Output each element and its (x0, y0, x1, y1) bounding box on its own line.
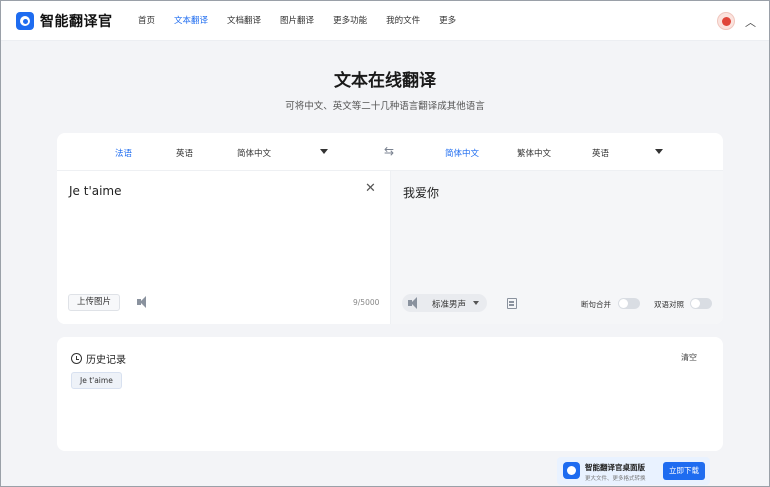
target-speaker-icon[interactable] (408, 297, 422, 309)
history-title: 历史记录 (86, 355, 126, 366)
history-item[interactable]: Je t'aime (71, 372, 122, 389)
nav-image-translate[interactable]: 图片翻译 (280, 14, 314, 26)
nav-doc-translate[interactable]: 文档翻译 (227, 14, 261, 26)
target-lang-simplified-chinese[interactable]: 简体中文 (445, 147, 479, 159)
char-counter: 9/5000 (353, 298, 380, 307)
source-speaker-icon[interactable] (137, 296, 151, 308)
swap-languages-icon[interactable]: ⇆ (384, 144, 394, 158)
desktop-app-icon (563, 462, 580, 479)
close-icon[interactable]: ✕ (365, 181, 376, 196)
upload-image-button[interactable]: 上传图片 (68, 294, 121, 311)
language-bar: 法语 英语 简体中文 ⇆ 简体中文 繁体中文 英语 (57, 133, 723, 171)
user-avatar[interactable] (717, 12, 735, 30)
translation-text: 我爱你 (403, 186, 440, 200)
translation-output-area: 我爱你 标准男声 断句合并 双语对照 (390, 171, 723, 324)
voice-select[interactable]: 标准男声 (402, 294, 487, 312)
source-text[interactable]: Je t'aime (69, 184, 122, 198)
voice-label: 标准男声 (432, 300, 467, 310)
page-title: 文本在线翻译 (334, 71, 436, 91)
target-lang-traditional-chinese[interactable]: 繁体中文 (517, 147, 551, 159)
app-logo[interactable]: 智能翻译官 (16, 11, 113, 31)
copy-document-icon[interactable] (507, 298, 517, 309)
top-nav-bar: 智能翻译官 首页 文本翻译 文档翻译 图片翻译 更多功能 我的文件 更多 ︿ (1, 1, 769, 41)
desktop-app-promo: 智能翻译官桌面版 更大文件、更多格式转换 立即下载 (557, 457, 710, 485)
app-logo-icon (16, 12, 34, 30)
merge-sentences-label: 断句合并 (581, 300, 611, 309)
nav-my-files[interactable]: 我的文件 (386, 14, 420, 26)
bilingual-toggle[interactable] (690, 298, 712, 309)
bilingual-label: 双语对照 (654, 300, 684, 309)
target-lang-english[interactable]: 英语 (592, 147, 609, 159)
source-lang-dropdown-icon[interactable] (320, 149, 328, 154)
clear-history-button[interactable]: 清空 (681, 352, 697, 363)
chevron-up-icon[interactable]: ︿ (745, 14, 756, 30)
history-icon (71, 353, 82, 364)
nav-home[interactable]: 首页 (138, 14, 155, 26)
nav-more-features[interactable]: 更多功能 (333, 14, 367, 26)
promo-title: 智能翻译官桌面版 (585, 463, 645, 472)
translator-panel: 法语 英语 简体中文 ⇆ 简体中文 繁体中文 英语 Je t'aime ✕ 上传… (57, 133, 723, 324)
nav-more[interactable]: 更多 (439, 14, 456, 26)
target-lang-dropdown-icon[interactable] (655, 149, 663, 154)
source-lang-simplified-chinese[interactable]: 简体中文 (237, 147, 271, 159)
source-lang-french[interactable]: 法语 (115, 147, 132, 159)
main-nav: 首页 文本翻译 文档翻译 图片翻译 更多功能 我的文件 更多 (138, 14, 475, 26)
source-lang-english[interactable]: 英语 (176, 147, 193, 159)
source-input-area[interactable]: Je t'aime ✕ 上传图片 9/5000 (57, 171, 390, 324)
merge-sentences-toggle[interactable] (618, 298, 640, 309)
chevron-down-icon (473, 301, 479, 305)
page-subtitle: 可将中文、英文等二十几种语言翻译成其他语言 (285, 101, 485, 112)
app-name: 智能翻译官 (40, 14, 113, 30)
history-header: 历史记录 (71, 351, 126, 366)
history-panel: 历史记录 清空 Je t'aime (57, 337, 723, 451)
download-button[interactable]: 立即下载 (663, 462, 705, 480)
promo-subtitle: 更大文件、更多格式转换 (585, 476, 646, 482)
nav-text-translate[interactable]: 文本翻译 (174, 14, 208, 26)
